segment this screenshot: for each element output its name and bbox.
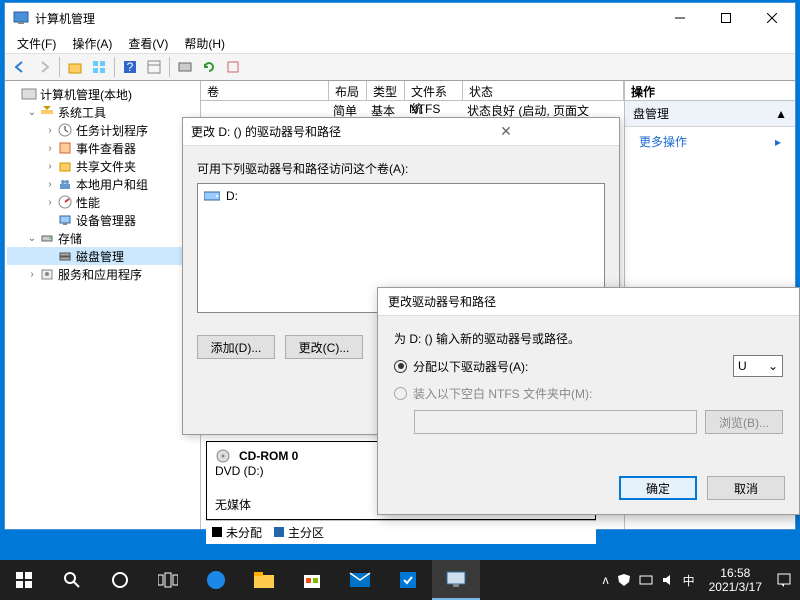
store-icon[interactable] xyxy=(288,560,336,600)
change-button[interactable]: 更改(C)... xyxy=(285,335,363,359)
tray-volume-icon[interactable] xyxy=(661,573,675,587)
volume-grid-header: 卷 布局 类型 文件系统 状态 xyxy=(201,81,624,101)
tree-devicemgr[interactable]: 设备管理器 xyxy=(7,211,198,229)
radio-mount-folder[interactable] xyxy=(394,387,407,400)
menu-help[interactable]: 帮助(H) xyxy=(178,33,231,54)
tree-panel: 计算机管理(本地) ⌄系统工具 ›任务计划程序 ›事件查看器 ›共享文件夹 ›本… xyxy=(5,81,201,529)
tray-shield-icon[interactable] xyxy=(617,573,631,587)
radio-assign-label: 分配以下驱动器号(A): xyxy=(413,358,528,375)
legend-primary: 主分区 xyxy=(274,524,324,541)
browse-button: 浏览(B)... xyxy=(705,410,783,434)
menu-file[interactable]: 文件(F) xyxy=(11,33,62,54)
assign-drive-letter-dialog: 更改驱动器号和路径 为 D: () 输入新的驱动器号或路径。 分配以下驱动器号(… xyxy=(377,287,800,515)
dlg1-title: 更改 D: () 的驱动器号和路径 xyxy=(191,123,401,140)
dlg2-title: 更改驱动器号和路径 xyxy=(388,293,496,310)
taskview-icon[interactable] xyxy=(144,560,192,600)
radio-assign-letter[interactable] xyxy=(394,360,407,373)
svg-text:?: ? xyxy=(127,60,134,74)
tree-storage[interactable]: ⌄存储 xyxy=(7,229,198,247)
mount-path-input xyxy=(414,410,697,434)
ok-button[interactable]: 确定 xyxy=(619,476,697,500)
tree-services[interactable]: ›服务和应用程序 xyxy=(7,265,198,283)
legend-unalloc: 未分配 xyxy=(212,524,262,541)
tray-network-icon[interactable] xyxy=(639,573,653,587)
cancel-button[interactable]: 取消 xyxy=(707,476,785,500)
radio-mount-label: 装入以下空白 NTFS 文件夹中(M): xyxy=(413,385,592,402)
col-layout[interactable]: 布局 xyxy=(329,81,367,100)
ime-indicator[interactable]: 中 xyxy=(683,572,695,589)
titlebar: 计算机管理 xyxy=(5,3,795,33)
toolbar: ? xyxy=(5,53,795,81)
refresh-icon[interactable] xyxy=(198,56,220,78)
menu-view[interactable]: 查看(V) xyxy=(122,33,174,54)
toolbar-icon-3[interactable] xyxy=(222,56,244,78)
tree-scheduler[interactable]: ›任务计划程序 xyxy=(7,121,198,139)
dlg1-close-button[interactable]: ✕ xyxy=(401,123,611,140)
col-volume[interactable]: 卷 xyxy=(201,81,329,100)
tree-eventviewer[interactable]: ›事件查看器 xyxy=(7,139,198,157)
help-button[interactable]: ? xyxy=(119,56,141,78)
cdrom-icon xyxy=(215,448,233,464)
security-icon[interactable] xyxy=(384,560,432,600)
minimize-button[interactable] xyxy=(657,3,703,33)
arrow-right-icon: ▸ xyxy=(775,135,781,149)
tree-perf[interactable]: ›性能 xyxy=(7,193,198,211)
start-button[interactable] xyxy=(0,560,48,600)
dlg2-prompt: 为 D: () 输入新的驱动器号或路径。 xyxy=(394,330,783,347)
app-icon xyxy=(13,10,29,26)
close-button[interactable] xyxy=(749,3,795,33)
drive-icon xyxy=(204,190,220,202)
notifications-icon[interactable] xyxy=(776,572,792,588)
menubar: 文件(F) 操作(A) 查看(V) 帮助(H) xyxy=(5,33,795,53)
drive-list-item[interactable]: D: xyxy=(202,188,600,204)
window-title: 计算机管理 xyxy=(35,10,657,27)
col-filesystem[interactable]: 文件系统 xyxy=(405,81,463,100)
properties-button[interactable] xyxy=(88,56,110,78)
tree-systools[interactable]: ⌄系统工具 xyxy=(7,103,198,121)
col-status[interactable]: 状态 xyxy=(463,81,624,100)
up-button[interactable] xyxy=(64,56,86,78)
menu-action[interactable]: 操作(A) xyxy=(66,33,118,54)
clock[interactable]: 16:58 2021/3/17 xyxy=(703,566,768,594)
dlg1-prompt: 可用下列驱动器号和路径访问这个卷(A): xyxy=(197,160,605,177)
legend: 未分配 主分区 xyxy=(206,520,596,544)
drive-letter-combo[interactable]: U ⌄ xyxy=(733,355,783,377)
mail-icon[interactable] xyxy=(336,560,384,600)
toolbar-icon-1[interactable] xyxy=(143,56,165,78)
tree-localusers[interactable]: ›本地用户和组 xyxy=(7,175,198,193)
tree-diskmgmt[interactable]: 磁盘管理 xyxy=(7,247,198,265)
add-button[interactable]: 添加(D)... xyxy=(197,335,275,359)
tray-chevron-icon[interactable]: ʌ xyxy=(603,573,609,587)
explorer-icon[interactable] xyxy=(240,560,288,600)
back-button[interactable] xyxy=(9,56,31,78)
search-icon[interactable] xyxy=(48,560,96,600)
cortana-icon[interactable] xyxy=(96,560,144,600)
more-actions[interactable]: 更多操作 ▸ xyxy=(625,127,795,156)
collapse-icon: ▲ xyxy=(775,107,787,121)
system-tray: ʌ 中 16:58 2021/3/17 xyxy=(595,566,800,594)
cdrom-title: CD-ROM 0 xyxy=(239,449,298,463)
tree-root[interactable]: 计算机管理(本地) xyxy=(7,85,198,103)
forward-button[interactable] xyxy=(33,56,55,78)
chevron-down-icon: ⌄ xyxy=(768,359,778,373)
actions-section[interactable]: 盘管理 ▲ xyxy=(625,101,795,127)
tree-sharedfolders[interactable]: ›共享文件夹 xyxy=(7,157,198,175)
taskbar: ʌ 中 16:58 2021/3/17 xyxy=(0,560,800,600)
toolbar-icon-2[interactable] xyxy=(174,56,196,78)
compmgmt-task-icon[interactable] xyxy=(432,560,480,600)
edge-icon[interactable] xyxy=(192,560,240,600)
col-type[interactable]: 类型 xyxy=(367,81,405,100)
actions-header: 操作 xyxy=(625,81,795,101)
maximize-button[interactable] xyxy=(703,3,749,33)
